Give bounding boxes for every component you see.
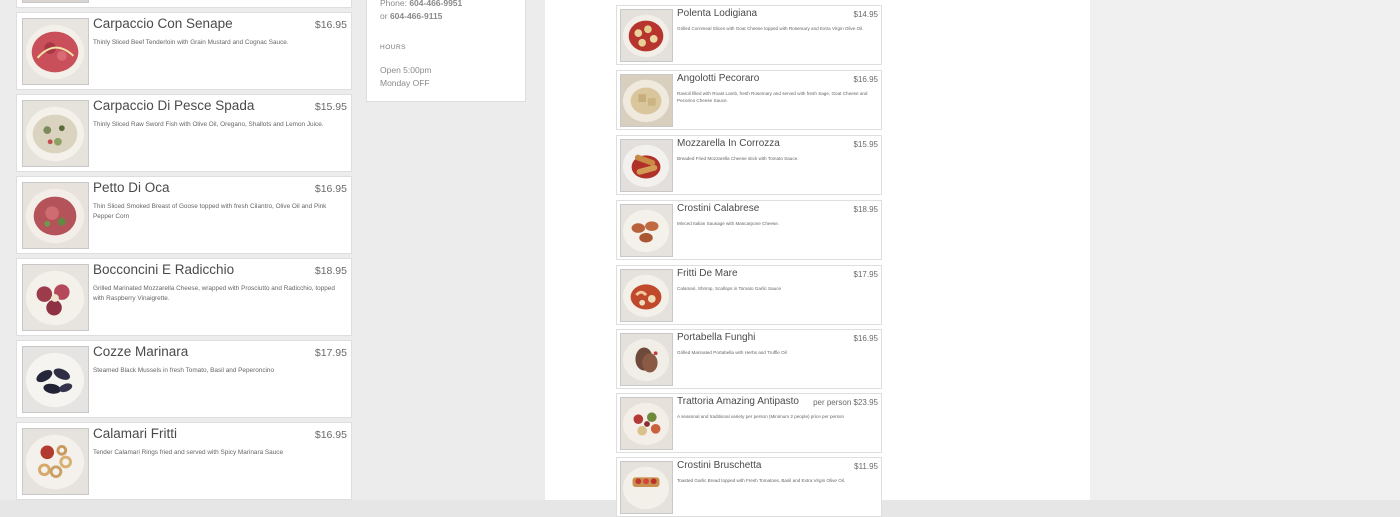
crostini-calabrese-photo[interactable] — [620, 204, 673, 257]
dish-name: Fritti De Mare — [677, 268, 738, 279]
dish-description: Thinly Sliced Raw Sword Fish with Olive … — [93, 121, 324, 128]
dish-name: Portabella Funghi — [677, 332, 756, 343]
dish-description: Thinly Sliced Beef Tenderloin with Grain… — [93, 39, 289, 46]
swordfish-carpaccio-photo[interactable] — [22, 100, 89, 167]
alt-phone-number[interactable]: 604-466-9115 — [390, 11, 442, 21]
bocconcini-photo[interactable] — [22, 264, 89, 331]
alt-phone-label: or — [380, 11, 388, 21]
dish-description: Grilled Cornmeal Slices with Goat Cheese… — [677, 26, 864, 31]
bruschetta-photo[interactable] — [620, 461, 673, 514]
mussels-photo[interactable] — [22, 346, 89, 413]
menu-item-card[interactable]: Calamari Fritti $16.95 Tender Calamari R… — [16, 422, 352, 500]
menu-item-card[interactable]: Portabella Funghi $16.95 Grilled Marinat… — [616, 329, 882, 389]
phone-label: Phone: — [380, 0, 407, 8]
right-menu-column: Polenta Lodigiana $14.95 Grilled Cornmea… — [545, 0, 1090, 517]
dish-name: Calamari Fritti — [93, 426, 178, 441]
page-background-right — [1090, 0, 1400, 500]
dish-description: Toasted Garlic Bread topped with Fresh T… — [677, 478, 846, 483]
dish-name: Carpaccio Di Pesce Spada — [93, 98, 255, 113]
dish-name: Angolotti Pecoraro — [677, 73, 760, 84]
dish-description: Tender Calamari Rings fried and served w… — [93, 449, 284, 456]
menu-item-card[interactable]: Crostini Bruschetta $11.95 Toasted Garli… — [616, 457, 882, 517]
dish-name: Crostini Bruschetta — [677, 460, 762, 471]
dish-price: $17.95 — [853, 270, 878, 279]
menu-item-card[interactable]: Carpaccio Di Pesce Spada $15.95 Thinly S… — [16, 94, 352, 172]
menu-item-card[interactable]: Carpaccio Con Senape $16.95 Thinly Slice… — [16, 12, 352, 90]
dish-name: Crostini Calabrese — [677, 203, 760, 214]
phone-number[interactable]: 604-466-9951 — [409, 0, 462, 8]
dish-name: Trattoria Amazing Antipasto — [677, 396, 799, 407]
dish-price: $14.95 — [853, 10, 878, 19]
dish-description: Ravioli filled with Roast Lamb, fresh Ro… — [677, 91, 868, 104]
dish-description: Steamed Black Mussels in fresh Tomato, B… — [93, 367, 275, 374]
menu-item-card[interactable]: Angolotti Pecoraro $16.95 Ravioli filled… — [616, 70, 882, 130]
closed-day: Monday OFF — [380, 78, 430, 88]
menu-item-card[interactable]: Fritti De Mare $17.95 Calamari, Shrimp, … — [616, 265, 882, 325]
contact-hours-panel: Phone: 604-466-9951 or 604-466-9115 HOUR… — [366, 0, 526, 102]
open-time: Open 5:00pm — [380, 65, 432, 75]
dish-description: Thin Sliced Smoked Breast of Goose toppe… — [93, 203, 327, 220]
beef-carpaccio-photo[interactable] — [22, 18, 89, 85]
dish-name: Polenta Lodigiana — [677, 8, 758, 19]
dish-price: $16.95 — [853, 75, 878, 84]
dish-description: Minced Italian Sausage with Mascarpone C… — [677, 221, 780, 226]
dish-name: Petto Di Oca — [93, 180, 170, 195]
ravioli-photo[interactable] — [620, 74, 673, 127]
menu-item-card[interactable]: Mozzarella In Corrozza $15.95 Breaded Fr… — [616, 135, 882, 195]
dish-price: $18.95 — [853, 205, 878, 214]
menu-item-card[interactable]: Cozze Marinara $17.95 Steamed Black Muss… — [16, 340, 352, 418]
dish-name: Carpaccio Con Senape — [93, 16, 233, 31]
seafood-photo[interactable] — [620, 269, 673, 322]
dish-name: Mozzarella In Corrozza — [677, 138, 780, 149]
dish-price: $16.95 — [853, 334, 878, 343]
dish-photo-partial — [22, 0, 89, 3]
fried-mozzarella-photo[interactable] — [620, 139, 673, 192]
antipasto-photo[interactable] — [620, 397, 673, 450]
dish-name: Cozze Marinara — [93, 344, 189, 359]
phone-line: Phone: 604-466-9951 — [380, 0, 462, 8]
dish-description: A seasonal and traditional variety per p… — [677, 414, 844, 419]
dish-description: Breaded Fried Mozzarella Cheese stick wi… — [677, 156, 799, 161]
dish-price: $16.95 — [314, 429, 347, 441]
dish-description: Grilled Marinated Portabella with Herbs … — [677, 350, 787, 355]
dish-price: $17.95 — [314, 347, 347, 359]
menu-item-card[interactable]: Polenta Lodigiana $14.95 Grilled Cornmea… — [616, 5, 882, 65]
dish-price: $16.95 — [314, 183, 347, 195]
menu-item-card[interactable]: Petto Di Oca $16.95 Thin Sliced Smoked B… — [16, 176, 352, 254]
dish-price: $15.95 — [314, 101, 347, 113]
dish-description: Grilled Marinated Mozzarella Cheese, wra… — [93, 285, 335, 302]
menu-item-card-partial — [16, 0, 352, 8]
hours-heading: HOURS — [380, 44, 406, 51]
menu-item-card[interactable]: Crostini Calabrese $18.95 Minced Italian… — [616, 200, 882, 260]
polenta-photo[interactable] — [620, 9, 673, 62]
dish-name: Bocconcini E Radicchio — [93, 262, 235, 277]
dish-price: $15.95 — [853, 140, 878, 149]
dish-price: $11.95 — [854, 462, 878, 471]
calamari-photo[interactable] — [22, 428, 89, 495]
dish-price: $18.95 — [314, 265, 347, 277]
menu-item-card[interactable]: Trattoria Amazing Antipasto per person $… — [616, 393, 882, 453]
left-menu-column: Carpaccio Con Senape $16.95 Thinly Slice… — [0, 0, 545, 500]
menu-item-card[interactable]: Bocconcini E Radicchio $18.95 Grilled Ma… — [16, 258, 352, 336]
dish-price: per person $23.95 — [813, 398, 878, 407]
goose-breast-photo[interactable] — [22, 182, 89, 249]
portabella-photo[interactable] — [620, 333, 673, 386]
alt-phone-line: or 604-466-9115 — [380, 11, 442, 21]
dish-price: $16.95 — [314, 19, 347, 31]
dish-description: Calamari, Shrimp, Scallops in Tomato Gar… — [677, 286, 782, 291]
